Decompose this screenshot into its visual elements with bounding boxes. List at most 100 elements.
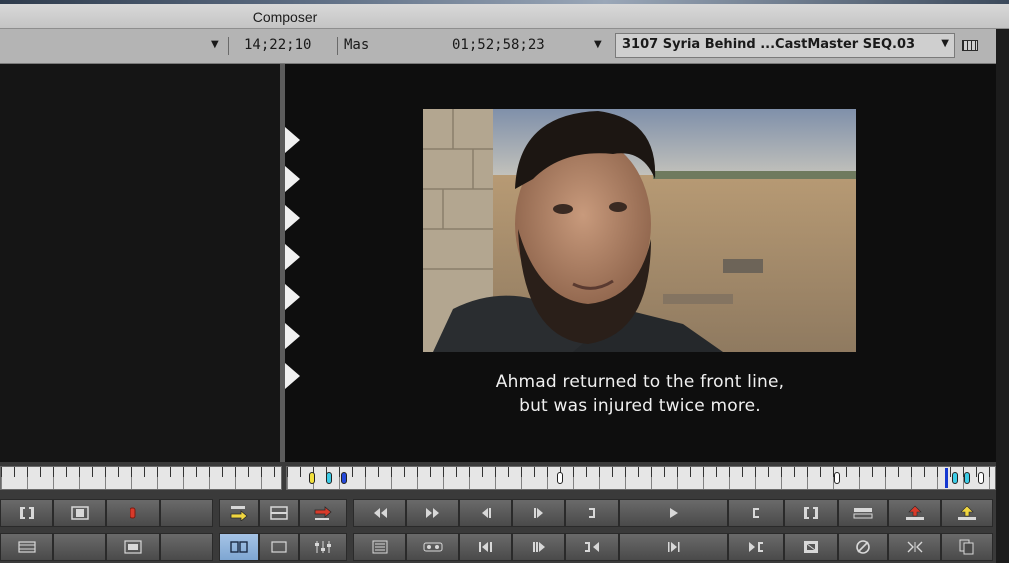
mark-clip-button[interactable] <box>53 499 106 527</box>
divider <box>228 37 229 55</box>
source-menu-chevron-icon[interactable]: ▼ <box>211 39 219 50</box>
single-monitor-button[interactable] <box>259 533 299 561</box>
step-forward-fields-icon <box>532 542 545 552</box>
film-frame-button[interactable] <box>106 533 160 561</box>
overwrite-red-button[interactable] <box>299 499 347 527</box>
mark-in-icon <box>753 508 759 518</box>
rewind-icon <box>373 508 387 518</box>
mark-clip-icon <box>804 507 818 519</box>
grid-toggle-icon[interactable] <box>962 40 978 51</box>
go-to-out-icon <box>585 542 599 552</box>
splice-in-button[interactable] <box>219 499 259 527</box>
overwrite-button[interactable] <box>259 499 299 527</box>
mark-in-button[interactable] <box>728 499 784 527</box>
lift-button[interactable] <box>888 499 941 527</box>
tape-icon <box>423 542 442 552</box>
play-icon <box>669 508 678 518</box>
single-monitor-icon <box>271 541 287 553</box>
position-indicator[interactable] <box>945 468 948 488</box>
mark-in-out-icon <box>19 507 34 519</box>
effect-icon <box>804 541 818 553</box>
caption-line-2: but was injured twice more. <box>519 396 761 416</box>
go-to-out-button[interactable] <box>565 533 619 561</box>
extract-button[interactable] <box>941 499 993 527</box>
marker-indicator <box>557 472 563 484</box>
source-record-icon <box>230 541 248 553</box>
mark-in-out-button[interactable] <box>0 499 53 527</box>
overwrite-icon <box>270 506 288 520</box>
play-in-to-out-button[interactable] <box>619 533 728 561</box>
empty-button-slot[interactable] <box>160 533 213 561</box>
match-frame-button[interactable] <box>888 533 941 561</box>
edge-marker-icon <box>285 244 300 270</box>
sequence-selector[interactable]: 3107 Syria Behind ...CastMaster SEQ.03 ▼ <box>615 33 955 58</box>
film-icon <box>17 541 36 553</box>
empty-button-slot[interactable] <box>53 533 106 561</box>
video-frame-image <box>423 109 856 352</box>
fast-forward-button[interactable] <box>406 499 459 527</box>
copy-button[interactable] <box>941 533 993 561</box>
title-bar: Composer <box>0 0 1009 29</box>
window-edge <box>996 29 1009 563</box>
edge-marker-icon <box>285 284 300 310</box>
step-forward-icon <box>533 508 543 518</box>
effect-button[interactable] <box>784 533 838 561</box>
chevron-down-icon: ▼ <box>941 38 949 49</box>
edge-marker-icon <box>285 323 300 349</box>
audio-mixer-icon <box>315 541 331 553</box>
desktop-strip <box>0 0 1009 4</box>
step-forward-fields-button[interactable] <box>512 533 565 561</box>
marker-indicator <box>952 472 958 484</box>
source-record-mode-button[interactable] <box>219 533 259 561</box>
source-monitor[interactable] <box>0 64 280 462</box>
red-marker-icon <box>130 507 136 519</box>
bin-list-button[interactable] <box>353 533 406 561</box>
empty-button-slot[interactable] <box>160 499 213 527</box>
marker-indicator <box>834 472 840 484</box>
timecode-bar: ▼ 14;22;10 Mas 01;52;58;23 ▼ 3107 Syria … <box>0 29 1009 64</box>
lift-icon <box>905 505 924 520</box>
video-frame <box>423 109 856 352</box>
trim-button[interactable] <box>838 499 888 527</box>
audio-mixer-button[interactable] <box>299 533 347 561</box>
edge-marker-icon <box>285 363 300 389</box>
mark-label[interactable]: Mas <box>344 37 369 53</box>
rewind-button[interactable] <box>353 499 406 527</box>
play-button[interactable] <box>619 499 728 527</box>
overwrite-red-icon <box>314 506 332 520</box>
trim-icon <box>853 508 873 519</box>
film-frame-icon <box>124 540 142 554</box>
step-forward-button[interactable] <box>512 499 565 527</box>
mark-out-icon <box>589 508 595 518</box>
clear-button[interactable] <box>838 533 888 561</box>
marker-indicator <box>326 472 332 484</box>
splice-in-icon <box>230 506 248 521</box>
step-back-button[interactable] <box>459 499 512 527</box>
record-menu-chevron-icon[interactable]: ▼ <box>594 39 602 50</box>
marker-indicator <box>341 472 347 484</box>
caption-line-1: Ahmad returned to the front line, <box>495 372 785 392</box>
mark-out-button[interactable] <box>565 499 619 527</box>
go-to-in-icon <box>749 542 763 552</box>
tape-button[interactable] <box>406 533 459 561</box>
mark-in-indicator <box>309 472 315 484</box>
film-button[interactable] <box>0 533 53 561</box>
mark-clip-record-button[interactable] <box>784 499 838 527</box>
source-timecode[interactable]: 14;22;10 <box>244 37 311 53</box>
go-to-in-button[interactable] <box>728 533 784 561</box>
source-position-bar[interactable] <box>0 466 282 490</box>
mark-out-indicator <box>978 472 984 484</box>
copy-icon <box>959 539 974 555</box>
record-timecode[interactable]: 01;52;58;23 <box>452 37 545 53</box>
step-back-fields-button[interactable] <box>459 533 512 561</box>
marker-indicator <box>964 472 970 484</box>
window-title: Composer <box>252 9 318 25</box>
record-position-bar[interactable] <box>286 466 996 490</box>
edge-marker-icon <box>285 166 300 192</box>
add-marker-button[interactable] <box>106 499 160 527</box>
bin-list-icon <box>372 540 387 554</box>
fast-forward-icon <box>425 508 439 518</box>
edge-marker-icon <box>285 127 300 153</box>
step-back-icon <box>481 508 491 518</box>
mark-clip-icon <box>70 506 89 520</box>
